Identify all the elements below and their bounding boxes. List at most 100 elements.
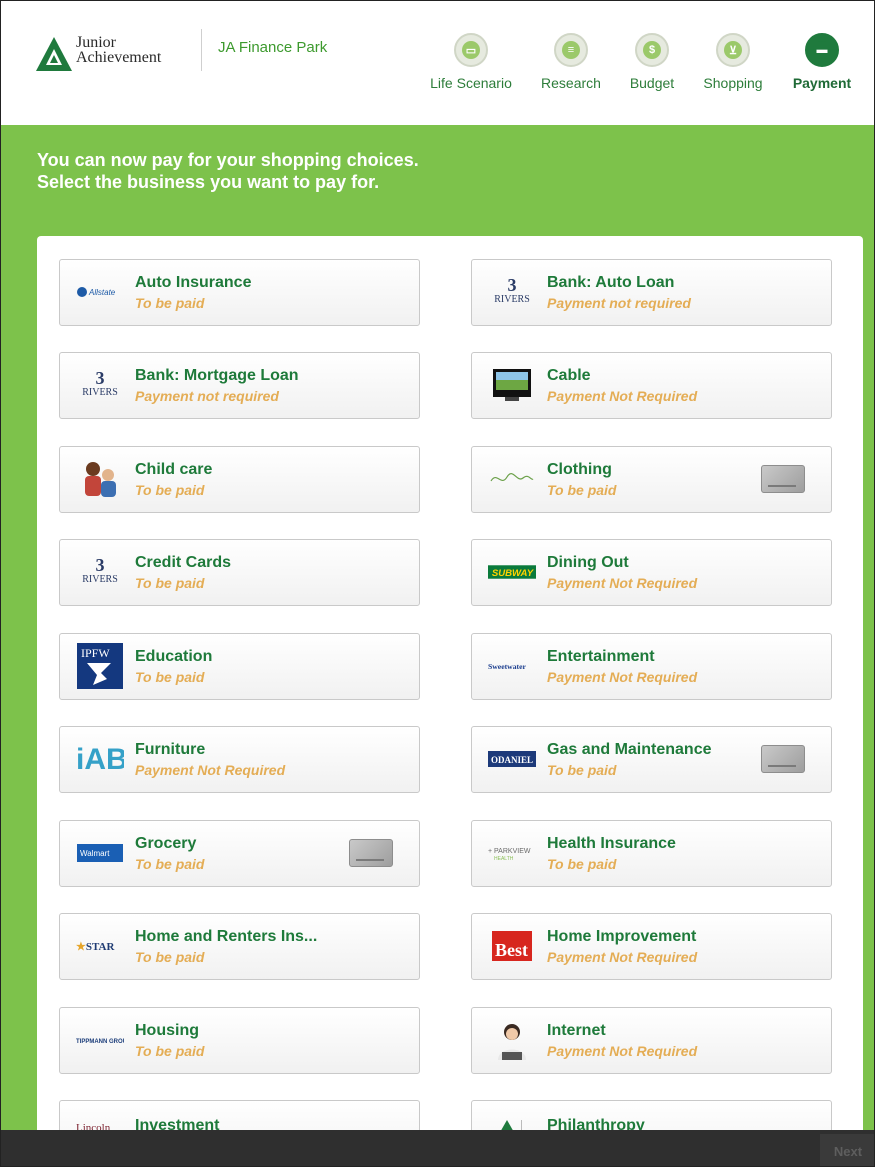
step-research[interactable]: ≡ Research <box>533 33 609 91</box>
step-shopping[interactable]: ⊻ Shopping <box>695 33 771 91</box>
business-card-child-care[interactable]: Child care To be paid <box>59 446 420 513</box>
business-card-health-insurance[interactable]: + PARKVIEW HEALTH Health Insurance To be … <box>471 820 832 887</box>
allstate-logo: Allstate <box>76 270 124 314</box>
business-card-bank-mortgage-loan[interactable]: 3 RIVERS Bank: Mortgage Loan Payment not … <box>59 352 420 419</box>
business-name: Internet <box>547 1022 606 1039</box>
business-status: To be paid <box>135 295 205 311</box>
business-status: Payment Not Required <box>547 388 698 404</box>
svg-text:IPFW: IPFW <box>81 646 110 660</box>
business-status: To be paid <box>135 575 205 591</box>
svg-text:ODANIEL: ODANIEL <box>491 755 533 765</box>
business-card-housing[interactable]: TIPPMANN GROUP Housing To be paid <box>59 1007 420 1074</box>
instructions: You can now pay for your shopping choice… <box>37 150 419 192</box>
payment-area: You can now pay for your shopping choice… <box>1 125 874 1130</box>
svg-text:Walmart: Walmart <box>80 849 110 858</box>
business-card-auto-insurance[interactable]: Allstate Auto Insurance To be paid <box>59 259 420 326</box>
business-name: Bank: Mortgage Loan <box>135 367 299 384</box>
step-label: Budget <box>629 75 675 91</box>
cart-icon: ⊻ <box>724 41 742 59</box>
credit-card-icon <box>761 745 805 773</box>
business-status: Payment Not Required <box>547 949 698 965</box>
step-life-scenario[interactable]: ▭ Life Scenario <box>425 33 517 91</box>
three-rivers-logo: 3 RIVERS <box>82 367 118 398</box>
business-name: Credit Cards <box>135 554 232 571</box>
business-name: Auto Insurance <box>135 274 252 291</box>
app-frame: Junior Achievement JA Finance Park ▭ Lif… <box>0 0 875 1167</box>
business-name: Bank: Auto Loan <box>547 274 675 291</box>
research-icon: ≡ <box>562 41 580 59</box>
business-status: To be paid <box>547 762 617 778</box>
business-card-dining-out[interactable]: SUBWAY Dining Out Payment Not Required <box>471 539 832 606</box>
business-card-education[interactable]: IPFW Education To be paid <box>59 633 420 700</box>
business-name: Housing <box>135 1022 199 1039</box>
business-card-cable[interactable]: Cable Payment Not Required <box>471 352 832 419</box>
business-status: Payment not required <box>547 295 691 311</box>
business-status: Payment Not Required <box>547 575 698 591</box>
business-card-grocery[interactable]: Walmart Grocery To be paid <box>59 820 420 887</box>
step-payment[interactable]: ▬ Payment <box>785 33 859 91</box>
business-card-furniture[interactable]: iAB Furniture Payment Not Required <box>59 726 420 793</box>
business-status: To be paid <box>135 669 205 685</box>
business-name: Cable <box>547 367 591 384</box>
coin-icon: $ <box>643 41 661 59</box>
card-icon: ▬ <box>813 41 831 59</box>
business-status: To be paid <box>135 949 205 965</box>
credit-card-icon <box>349 839 393 867</box>
business-card-bank-auto-loan[interactable]: 3 RIVERS Bank: Auto Loan Payment not requ… <box>471 259 832 326</box>
business-name: Gas and Maintenance <box>547 741 712 758</box>
business-name: Home and Renters Ins... <box>135 928 318 945</box>
step-label: Payment <box>792 75 852 91</box>
do-it-best-logo: Best <box>488 924 536 968</box>
business-panel: Allstate Auto Insurance To be paid 3 RIVE… <box>37 236 863 1130</box>
step-label: Shopping <box>703 75 763 91</box>
step-budget[interactable]: $ Budget <box>623 33 681 91</box>
business-status: Payment Not Required <box>547 669 698 685</box>
business-name: Grocery <box>135 835 197 852</box>
business-status: Payment Not Required <box>135 762 286 778</box>
svg-text:Allstate: Allstate <box>88 288 116 297</box>
business-name: Investment <box>135 1117 220 1130</box>
business-name: Clothing <box>547 461 612 478</box>
next-button[interactable]: Next <box>820 1134 874 1166</box>
step-label: Research <box>541 75 601 91</box>
svg-text:★STAR: ★STAR <box>76 941 115 953</box>
business-status: To be paid <box>135 482 205 498</box>
business-card-clothing[interactable]: Clothing To be paid <box>471 446 832 513</box>
business-card-investment[interactable]: Lincoln Investment <box>59 1100 420 1130</box>
svg-text:iAB: iAB <box>76 743 124 776</box>
svg-text:Best: Best <box>495 940 528 960</box>
business-name: Entertainment <box>547 648 655 665</box>
ipfw-logo: IPFW <box>76 643 124 689</box>
id-card-icon: ▭ <box>462 41 480 59</box>
tippmann-logo: TIPPMANN GROUP <box>76 1018 124 1062</box>
business-name: Home Improvement <box>547 928 697 945</box>
svg-text:HEALTH: HEALTH <box>494 856 514 861</box>
child-care-photo <box>76 457 124 501</box>
business-card-entertainment[interactable]: Sweetwater Entertainment Payment Not Req… <box>471 633 832 700</box>
business-card-philanthropy[interactable]: Philanthropy <box>471 1100 832 1130</box>
business-name: Furniture <box>135 741 206 758</box>
business-card-gas-maintenance[interactable]: ODANIEL Gas and Maintenance To be paid <box>471 726 832 793</box>
svg-text:+ PARKVIEW: + PARKVIEW <box>488 848 531 855</box>
progress-steps: ▭ Life Scenario ≡ Research $ Budget ⊻ Sh… <box>1 33 874 103</box>
business-card-home-improvement[interactable]: Best Home Improvement Payment Not Requir… <box>471 913 832 980</box>
business-status: To be paid <box>547 482 617 498</box>
business-card-home-renters-insurance[interactable]: ★STAR Home and Renters Ins... To be paid <box>59 913 420 980</box>
business-card-credit-cards[interactable]: 3 RIVERS Credit Cards To be paid <box>59 539 420 606</box>
three-rivers-logo: 3 RIVERS <box>494 274 530 305</box>
svg-text:TIPPMANN GROUP: TIPPMANN GROUP <box>76 1039 124 1045</box>
header: Junior Achievement JA Finance Park ▭ Lif… <box>1 1 874 125</box>
sweetwater-logo: Sweetwater <box>488 644 536 688</box>
business-name: Philanthropy <box>547 1117 645 1130</box>
footer-bar: Next <box>1 1130 874 1166</box>
signature-logo <box>488 457 536 501</box>
walmart-logo: Walmart <box>76 831 124 875</box>
business-status: Payment not required <box>135 388 279 404</box>
business-card-internet[interactable]: Internet Payment Not Required <box>471 1007 832 1074</box>
odaniel-logo: ODANIEL <box>488 737 536 781</box>
business-status: To be paid <box>135 856 205 872</box>
tv-icon <box>488 363 536 407</box>
svg-text:SUBWAY: SUBWAY <box>492 568 535 579</box>
step-label: Life Scenario <box>430 75 512 91</box>
three-rivers-logo: 3 RIVERS <box>82 554 118 585</box>
